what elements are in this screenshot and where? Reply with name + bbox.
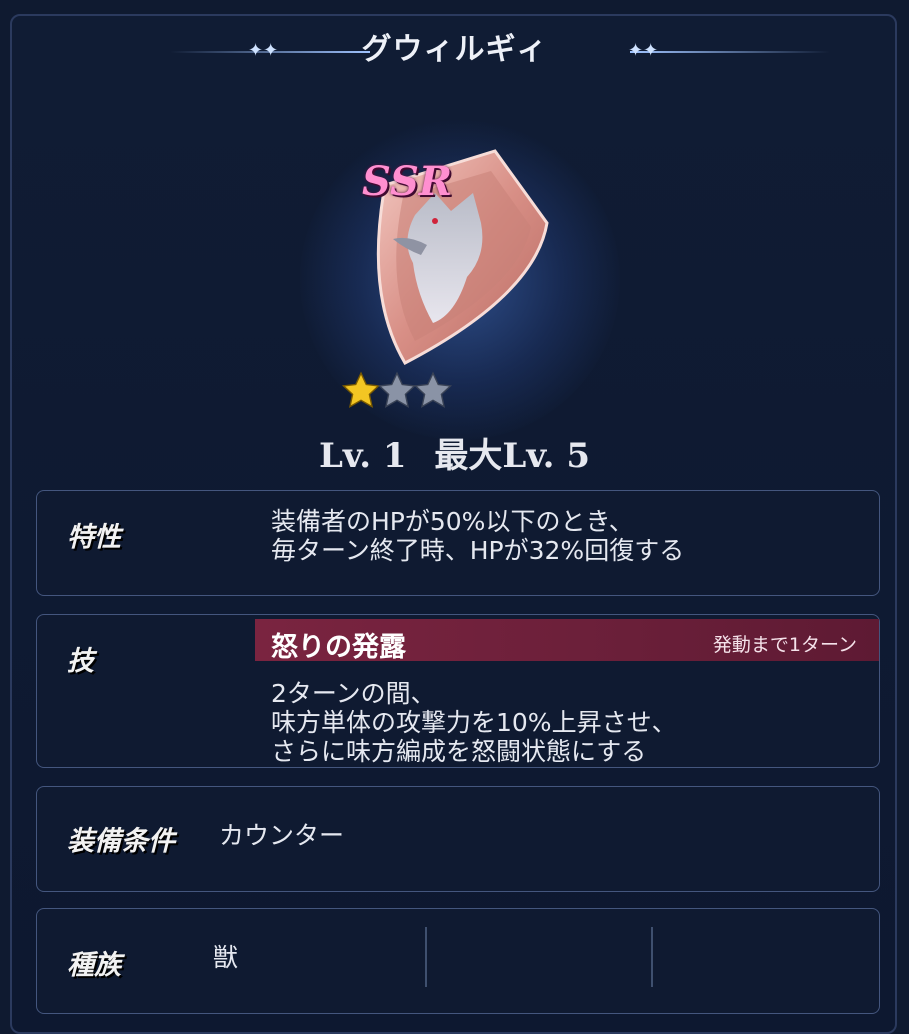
- title-bar: グウィルギィ: [0, 24, 909, 68]
- level-max: 最大Lv. 5: [434, 436, 590, 476]
- skill-cooldown: 発動まで1ターン: [712, 634, 857, 656]
- race-panel: 種族 獣: [36, 908, 880, 1014]
- race-value: 獣: [213, 943, 239, 972]
- equip-condition-panel: 装備条件 カウンター: [36, 786, 880, 892]
- star-rating: [340, 370, 453, 412]
- trait-description: 装備者のHPが50%以下のとき、 毎ターン終了時、HPが32%回復する: [271, 507, 684, 565]
- star-empty-icon: [413, 371, 453, 408]
- trait-line: 装備者のHPが50%以下のとき、: [271, 507, 634, 536]
- skill-line: 2ターンの間、: [271, 679, 436, 708]
- skill-panel: 技 怒りの発露 発動まで1ターン 2ターンの間、 味方単体の攻撃力を10%上昇さ…: [36, 614, 880, 768]
- trait-panel: 特性 装備者のHPが50%以下のとき、 毎ターン終了時、HPが32%回復する: [36, 490, 880, 596]
- rarity-badge: SSR: [362, 158, 453, 205]
- level-current: Lv. 1: [319, 436, 407, 476]
- skill-line: さらに味方編成を怒闘状態にする: [271, 737, 647, 766]
- page-title: グウィルギィ: [361, 32, 548, 67]
- level-display: Lv. 1 最大Lv. 5: [0, 428, 909, 477]
- race-label: 種族: [67, 950, 121, 981]
- equip-condition-value: カウンター: [219, 821, 345, 850]
- column-divider: [651, 927, 653, 987]
- skill-name: 怒りの発露: [271, 632, 406, 663]
- skill-description: 2ターンの間、 味方単体の攻撃力を10%上昇させ、 さらに味方編成を怒闘状態にす…: [271, 679, 677, 766]
- trait-line: 毎ターン終了時、HPが32%回復する: [271, 536, 685, 565]
- skill-label: 技: [67, 646, 94, 677]
- skill-line: 味方単体の攻撃力を10%上昇させ、: [271, 708, 677, 737]
- skill-header: 怒りの発露 発動まで1ターン: [255, 619, 879, 663]
- equip-condition-label: 装備条件: [67, 826, 175, 857]
- column-divider: [425, 927, 427, 987]
- trait-label: 特性: [67, 522, 121, 553]
